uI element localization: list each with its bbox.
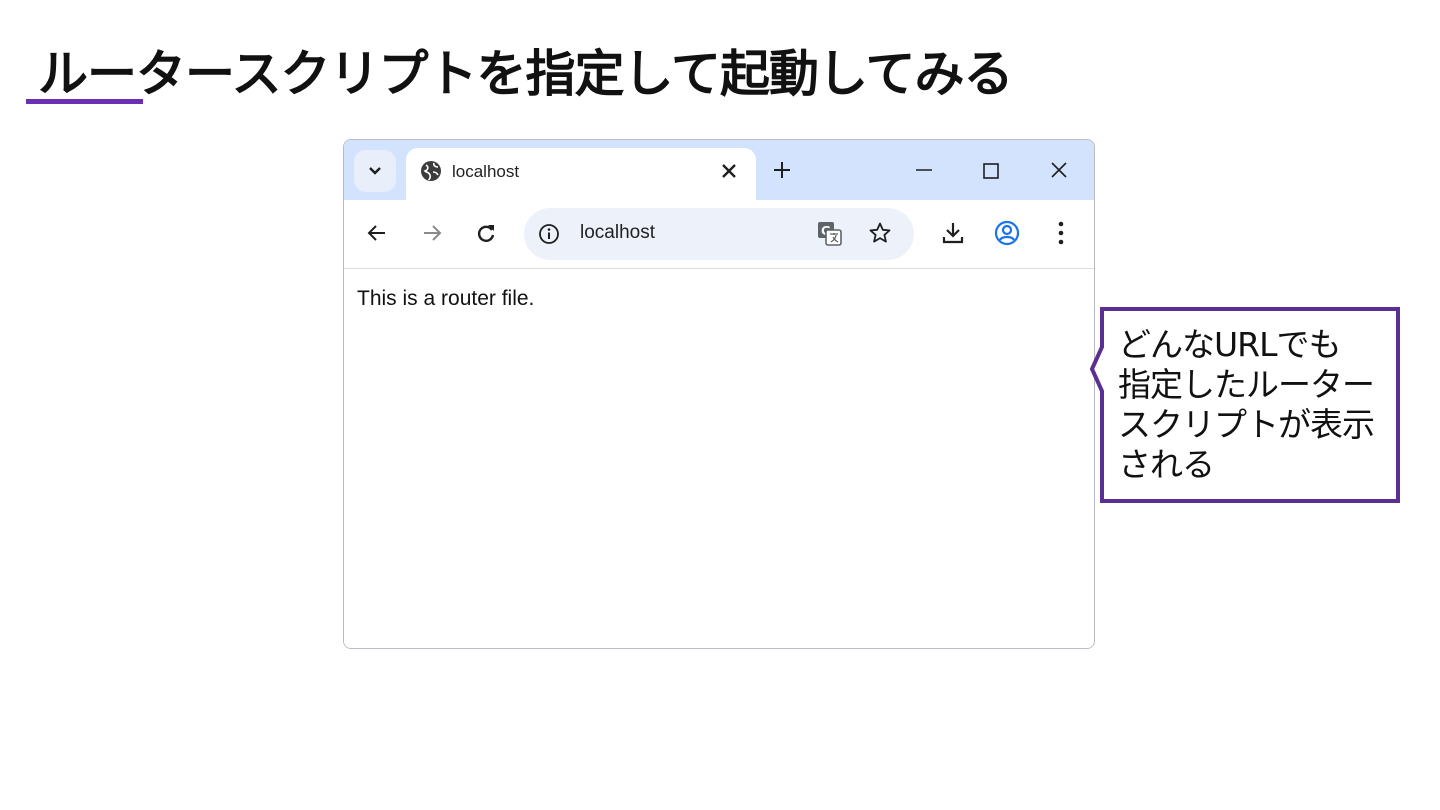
browser-toolbar: localhost G	[344, 200, 1094, 269]
slide-title: ルータースクリプトを指定して起動してみる	[38, 45, 1013, 103]
callout-line: される	[1118, 445, 1215, 484]
tab-localhost[interactable]: localhost	[406, 148, 756, 200]
translate-icon[interactable]: G	[817, 221, 843, 247]
callout-box: どんなURLでも 指定したルーター スクリプトが表示 される	[1089, 307, 1400, 503]
globe-icon	[421, 161, 441, 181]
download-icon[interactable]	[941, 221, 965, 245]
new-tab-icon[interactable]	[772, 160, 792, 180]
tab-title: localhost	[452, 162, 520, 181]
kebab-menu-icon[interactable]	[1057, 220, 1065, 246]
arrow-right-icon[interactable]	[421, 222, 443, 244]
maximize-icon[interactable]	[982, 162, 1000, 180]
callout-text: どんなURLでも 指定したルーター スクリプトが表示 される	[1118, 325, 1388, 485]
page-content-text: This is a router file.	[357, 287, 535, 310]
address-text[interactable]: localhost	[580, 222, 655, 244]
page-viewport: This is a router file.	[344, 269, 1094, 648]
star-icon[interactable]	[868, 221, 892, 245]
title-underline-accent	[26, 99, 143, 104]
address-bar[interactable]: localhost G	[524, 208, 914, 260]
chevron-down-icon	[369, 167, 381, 175]
callout-line: スクリプトが表示	[1118, 405, 1375, 444]
callout-line: 指定したルーター	[1118, 365, 1375, 404]
arrow-left-icon[interactable]	[366, 222, 388, 244]
callout-line: どんなURLでも	[1118, 325, 1341, 364]
reload-icon[interactable]	[475, 222, 497, 244]
info-icon[interactable]	[538, 223, 560, 245]
close-tab-icon[interactable]	[720, 162, 738, 180]
browser-window: localhost localhost G This is a router f…	[343, 139, 1095, 649]
minimize-icon[interactable]	[914, 162, 934, 178]
close-icon[interactable]	[1049, 160, 1069, 180]
profile-icon[interactable]	[994, 220, 1020, 246]
tab-strip: localhost	[344, 140, 1094, 200]
tab-search-button[interactable]	[354, 150, 396, 192]
